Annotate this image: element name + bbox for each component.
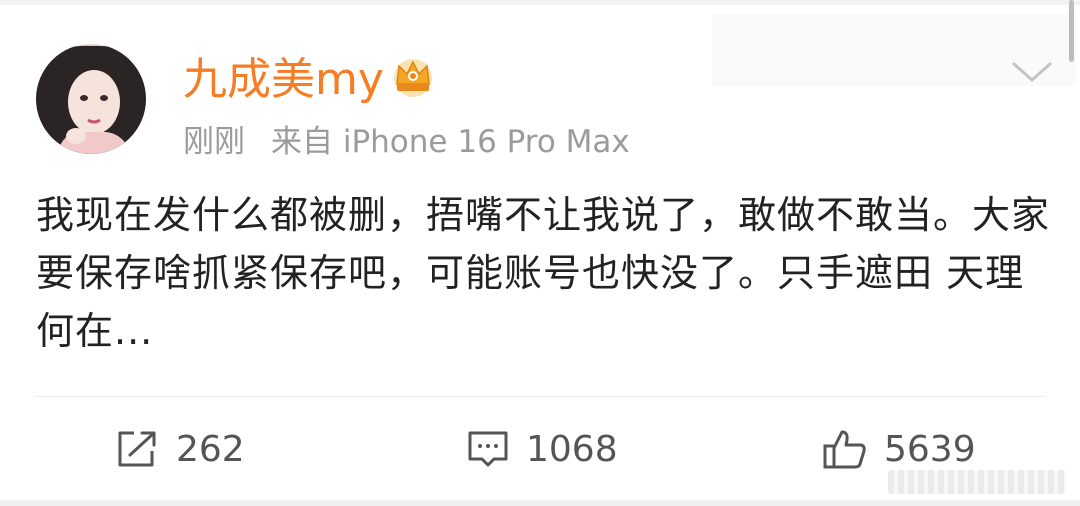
repost-icon (118, 431, 156, 467)
username[interactable]: 九成美my (183, 52, 384, 108)
crown-badge-icon[interactable] (388, 54, 438, 100)
thumbs-up-icon (823, 430, 866, 469)
post-source: 来自 iPhone 16 Pro Max (271, 124, 630, 160)
divider (36, 396, 1044, 397)
post-meta: 刚刚 来自 iPhone 16 Pro Max (183, 122, 630, 162)
like-button[interactable]: 5639 (822, 424, 976, 474)
post-time: 刚刚 (183, 124, 245, 160)
scrollbar[interactable] (1069, 0, 1074, 62)
avatar[interactable] (36, 44, 146, 154)
repost-button[interactable]: 262 (116, 424, 245, 474)
bottom-divider (0, 500, 1080, 506)
comment-button[interactable]: 1068 (466, 424, 618, 474)
chevron-down-icon[interactable] (1010, 58, 1054, 86)
top-divider (0, 0, 1080, 5)
repost-count: 262 (176, 428, 245, 470)
post-text: 我现在发什么都被删，捂嘴不让我说了，敢做不敢当。大家要保存啥抓紧保存吧，可能账号… (36, 193, 1051, 353)
watermark (888, 470, 1066, 494)
weibo-post-card: 九成美my 刚刚 来自 iPhone 16 Pro Max 我现在发什么都被删，捂… (0, 0, 1080, 506)
comment-icon (468, 431, 508, 467)
comment-count: 1068 (526, 428, 618, 470)
avatar-image (36, 44, 146, 154)
like-count: 5639 (884, 428, 976, 470)
